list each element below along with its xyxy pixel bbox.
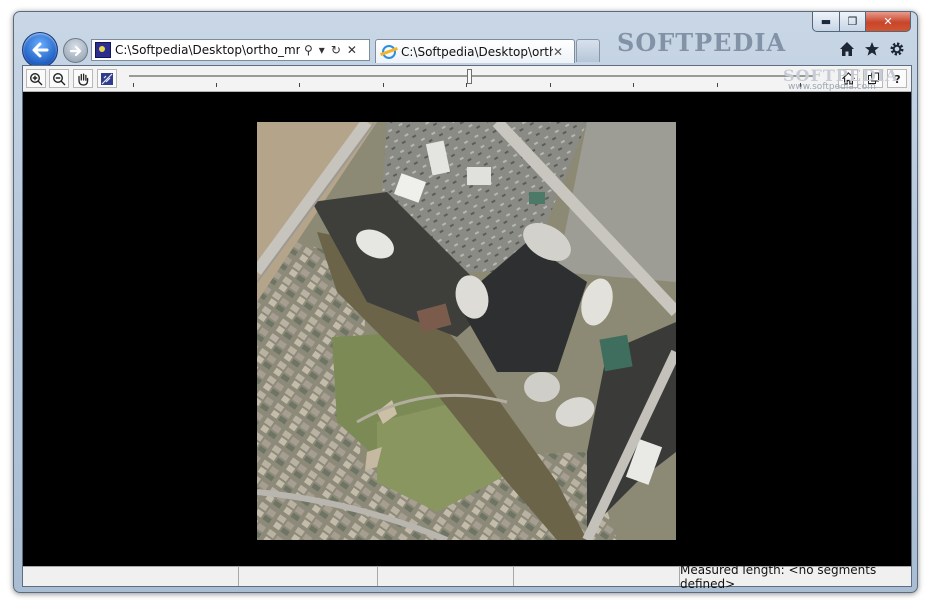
zoom-slider-track[interactable] — [129, 75, 815, 77]
slider-tick — [550, 83, 551, 87]
slider-tick — [133, 83, 134, 87]
tools-gear-icon[interactable] — [889, 41, 905, 57]
slider-tick — [466, 83, 467, 87]
viewer-toolbar: ? — [23, 66, 911, 92]
slider-tick — [299, 83, 300, 87]
address-text[interactable]: C:\Softpedia\Desktop\ortho_mrsid — [115, 43, 300, 57]
search-icon[interactable]: ⚲ — [304, 43, 313, 57]
slider-tick — [717, 83, 718, 87]
address-buttons: ⚲ ▾ ↻ ✕ — [304, 43, 357, 57]
minimize-button[interactable]: ▬ — [812, 12, 840, 32]
dropdown-icon[interactable]: ▾ — [319, 43, 325, 57]
aerial-photo-image — [257, 122, 676, 540]
status-segment — [514, 567, 680, 586]
maximize-button[interactable]: ❐ — [840, 12, 866, 32]
zoom-in-button[interactable] — [26, 69, 46, 88]
caption-buttons: ▬ ❐ ✕ — [812, 12, 911, 32]
brand-url: www.softpedia.com — [788, 82, 876, 92]
refresh-icon[interactable]: ↻ — [331, 43, 341, 57]
browser-window: ▬ ❐ ✕ SOFTPEDIA C:\Softpedia\Desktop\ort… — [13, 11, 918, 593]
status-segment — [239, 567, 378, 586]
status-bar: Measured length: <no segments defined> — [23, 562, 911, 591]
back-button[interactable] — [22, 32, 58, 68]
zoom-slider-thumb[interactable] — [467, 69, 472, 84]
zoom-out-icon — [52, 72, 66, 85]
back-arrow-icon — [32, 42, 49, 58]
brand-watermark: SOFTPEDIA — [617, 28, 787, 57]
home-icon[interactable] — [839, 41, 855, 57]
aerial-orthophoto[interactable] — [257, 122, 676, 540]
ie-icon — [382, 44, 396, 59]
close-button[interactable]: ✕ — [866, 12, 911, 32]
pan-hand-icon — [78, 73, 89, 86]
pan-button[interactable] — [73, 69, 93, 88]
slider-tick — [633, 83, 634, 87]
measure-button[interactable] — [97, 69, 117, 88]
address-bar[interactable]: C:\Softpedia\Desktop\ortho_mrsid ⚲ ▾ ↻ ✕ — [91, 39, 370, 61]
tab-close-icon[interactable]: ✕ — [553, 45, 563, 59]
measure-icon — [101, 72, 113, 85]
browser-icons — [839, 41, 905, 57]
slider-tick — [383, 83, 384, 87]
status-segment — [23, 567, 239, 586]
tab-label: C:\Softpedia\Desktop\orth... — [401, 44, 553, 59]
zoom-in-icon — [29, 72, 43, 85]
favorites-star-icon[interactable] — [864, 41, 880, 57]
site-icon — [95, 42, 111, 58]
measured-length-text: Measured length: <no segments defined> — [680, 562, 877, 591]
stop-icon[interactable]: ✕ — [347, 43, 357, 57]
new-tab-button[interactable] — [576, 39, 600, 62]
forward-button[interactable] — [63, 38, 88, 63]
status-segment — [378, 567, 514, 586]
forward-arrow-icon — [69, 45, 81, 56]
image-viewer: ? Measured length: <no segments defined> — [22, 65, 912, 591]
tab-ortho[interactable]: C:\Softpedia\Desktop\orth... ✕ — [375, 39, 575, 63]
zoom-out-button[interactable] — [49, 69, 69, 88]
slider-tick — [216, 83, 217, 87]
